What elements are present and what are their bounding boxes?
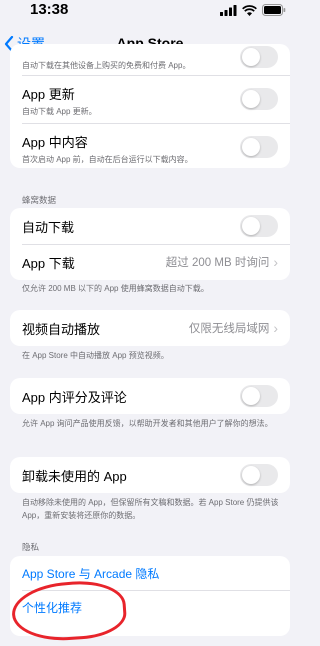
offload-toggle[interactable] [240,464,278,486]
arcade-privacy-row[interactable]: App Store 与 Arcade 隐私 [10,556,290,590]
personalized-recommendations-link[interactable]: 个性化推荐 [22,599,82,616]
partial-row-toggle[interactable] [240,46,278,68]
privacy-card: App Store 与 Arcade 隐私 个性化推荐 [10,556,290,636]
app-download-label: App 下载 [22,255,75,271]
partial-row-subtitle: 自动下载在其他设备上购买的免费和付费 App。 [22,61,191,70]
auto-download-partial-row: 自动下载在其他设备上购买的免费和付费 App。 [10,44,290,75]
in-app-content-row: App 中内容 首次启动 App 前，自动在后台运行以下载内容。 [10,123,290,168]
video-footer: 在 App Store 中自动播放 App 预览视频。 [22,351,169,360]
wifi-icon [242,4,257,16]
privacy-section-header: 隐私 [22,542,40,552]
chevron-right-icon: › [273,254,278,270]
cellular-footer: 仅允许 200 MB 以下的 App 使用蜂窝数据自动下载。 [22,284,209,293]
in-app-content-toggle[interactable] [240,136,278,158]
status-time: 13:38 [30,1,69,18]
app-download-row[interactable]: App 下载 超过 200 MB 时询问 › [10,244,290,280]
app-updates-subtitle: 自动下载 App 更新。 [22,107,97,116]
ratings-card: App 内评分及评论 [10,378,290,414]
in-app-content-subtitle: 首次启动 App 前，自动在后台运行以下载内容。 [22,155,193,164]
app-updates-toggle[interactable] [240,88,278,110]
offload-row: 卸载未使用的 App [10,457,290,493]
personalized-recommendations-row[interactable]: 个性化推荐 [10,590,290,624]
auto-downloads-card: 自动下载在其他设备上购买的免费和付费 App。 App 更新 自动下载 App … [10,44,290,168]
app-updates-row: App 更新 自动下载 App 更新。 [10,75,290,123]
battery-icon [262,4,286,16]
chevron-right-icon: › [273,320,278,336]
offload-card: 卸载未使用的 App [10,457,290,493]
arcade-privacy-link[interactable]: App Store 与 Arcade 隐私 [22,565,159,582]
status-icons [220,4,286,16]
cellular-card: 自动下载 App 下载 超过 200 MB 时询问 › [10,208,290,280]
ratings-row: App 内评分及评论 [10,378,290,414]
app-download-value: 超过 200 MB 时询问 [165,257,270,269]
ratings-toggle[interactable] [240,385,278,407]
video-autoplay-value: 仅限无线局域网 [188,323,270,335]
signal-icon [220,4,237,16]
video-autoplay-row[interactable]: 视频自动播放 仅限无线局域网 › [10,310,290,346]
video-autoplay-label: 视频自动播放 [22,321,101,337]
status-bar: 13:38 [0,0,300,28]
video-card: 视频自动播放 仅限无线局域网 › [10,310,290,346]
offload-footer: 自动移除未使用的 App，但保留所有文稿和数据。若 App Store 仍提供该… [22,498,279,520]
cellular-auto-download-toggle[interactable] [240,215,278,237]
ratings-footer: 允许 App 询问产品使用反馈，以帮助开发者和其他用户了解你的想法。 [22,419,273,428]
cellular-section-header: 蜂窝数据 [22,195,57,205]
cellular-auto-download-row: 自动下载 [10,208,290,244]
